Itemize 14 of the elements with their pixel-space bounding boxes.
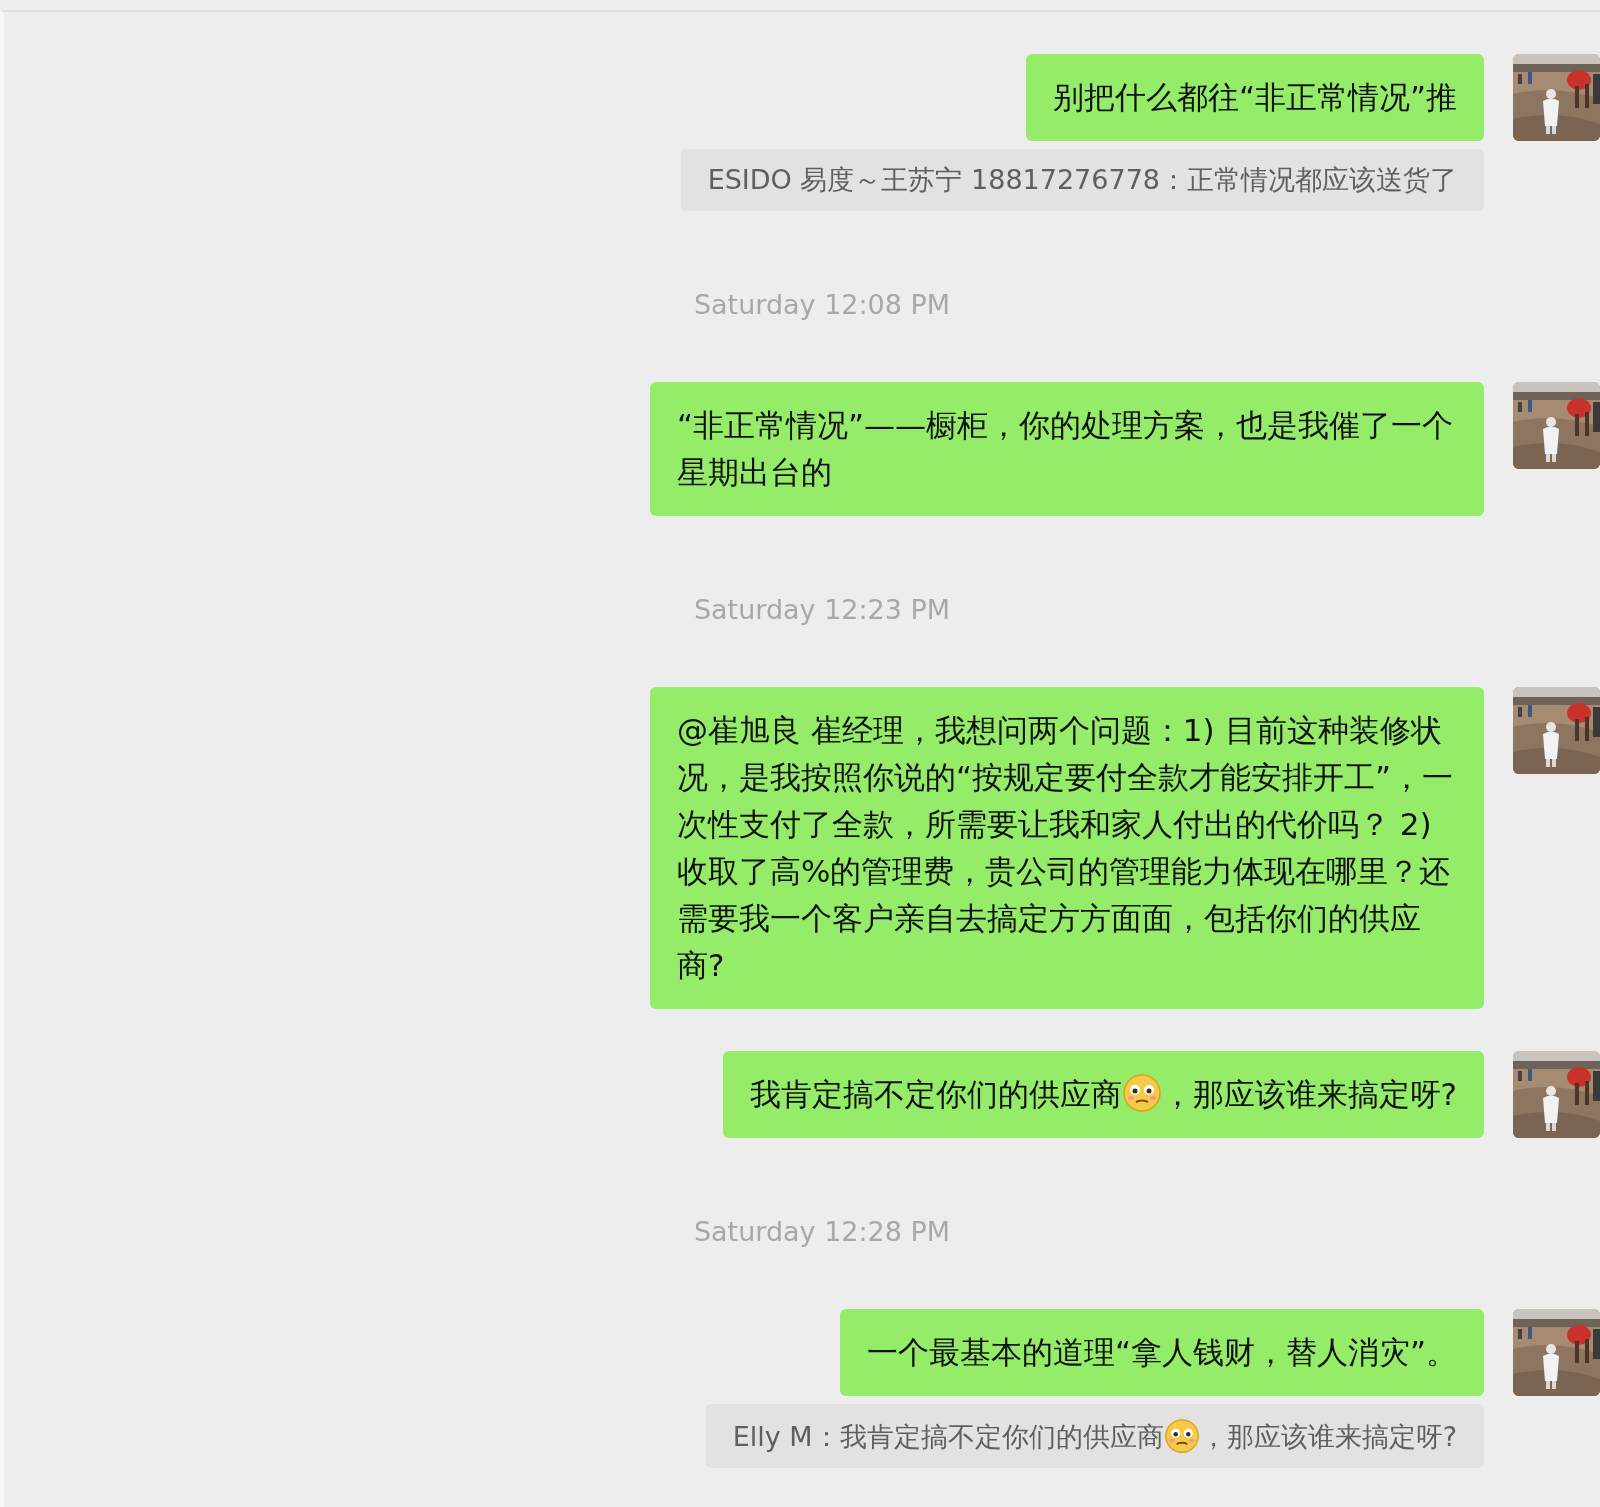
timestamp: Saturday 12:28 PM (692, 1216, 951, 1247)
timestamp: Saturday 12:23 PM (692, 594, 951, 625)
emoji-icon (1121, 1073, 1162, 1113)
quote-text: Elly M：我肯定搞不定你们的供应商 (732, 1421, 1164, 1452)
message-text: “非正常情况”——橱柜，你的处理方案，也是我催了一个星期出台的 (677, 407, 1454, 490)
quote-text: ，那应该谁来搞定呀? (1199, 1421, 1457, 1452)
message-text: ，那应该谁来搞定呀? (1161, 1076, 1457, 1112)
message-text: 别把什么都往“非正常情况”推 (1052, 79, 1457, 115)
message-text: @崔旭良 崔经理，我想问两个问题：1) 目前这种装修状况，是我按照你说的“按规定要付全款才能安排开工”，一次性支付了全款，所需要让我和家人付出的代价吗？ 2) 收取了高%的管理费，贵公司的管理能力体现在哪里？还需要我一个客户亲自去搞定方方面面，包括你们的供应商? (677, 712, 1454, 983)
message-text: 一个最基本的道理“拿人钱财，替人消灾”。 (866, 1334, 1457, 1370)
emoji-icon (1163, 1418, 1200, 1454)
message-text: 我肯定搞不定你们的供应商 (749, 1076, 1122, 1112)
quote-text: ESIDO 易度～王苏宁 18817276778：正常情况都应该送货了 (707, 164, 1457, 195)
timestamp: Saturday 12:08 PM (692, 289, 951, 320)
